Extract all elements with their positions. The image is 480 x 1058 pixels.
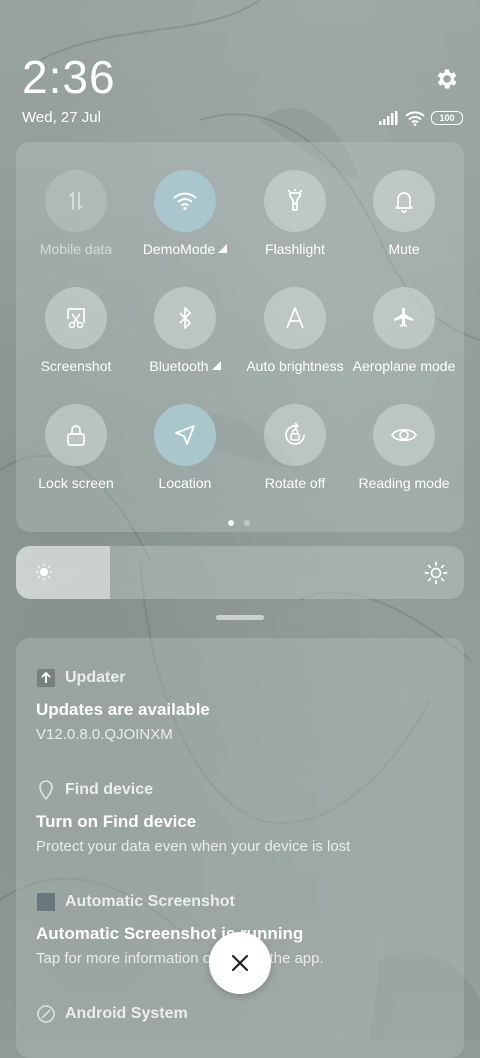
location-icon (154, 404, 216, 466)
rotate-lock-icon (264, 404, 326, 466)
tile-label: Reading mode (358, 475, 450, 491)
notification-title: Turn on Find device (36, 812, 197, 831)
tile-label: Screenshot (40, 358, 112, 374)
lock-icon (45, 404, 107, 466)
expand-triangle-icon (211, 361, 221, 370)
tile-lock-screen[interactable]: Lock screen (21, 404, 131, 491)
tile-label: DemoMode (142, 241, 216, 257)
notification-text: Protect your data even when your device … (36, 838, 351, 855)
android-system-icon (36, 1004, 56, 1024)
tile-label: Auto brightness (246, 358, 344, 374)
brightness-fill (16, 546, 111, 599)
tile-wifi[interactable]: DemoMode (130, 170, 240, 257)
tile-rotate-off[interactable]: Rotate off (240, 404, 350, 491)
eye-icon (373, 404, 435, 466)
scissors-icon (45, 287, 107, 349)
wifi-status-icon (405, 110, 425, 126)
quick-settings-panel: Mobile data DemoMode Flashlight Mute Scr… (16, 142, 464, 532)
drag-handle[interactable] (216, 615, 264, 620)
tile-label: Bluetooth (149, 358, 209, 374)
flashlight-icon (264, 170, 326, 232)
signal-icon (379, 111, 398, 125)
tile-reading-mode[interactable]: Reading mode (349, 404, 459, 491)
notification-app-name: Find device (65, 781, 154, 798)
tile-flashlight[interactable]: Flashlight (240, 170, 350, 257)
page-indicator[interactable] (228, 520, 250, 526)
wifi-icon (154, 170, 216, 232)
notification-app-name: Android System (65, 1005, 188, 1022)
bluetooth-icon (154, 287, 216, 349)
tile-label: Aeroplane mode (352, 358, 456, 374)
expand-triangle-icon (218, 244, 228, 253)
tile-location[interactable]: Location (130, 404, 240, 491)
updater-icon (36, 668, 56, 688)
bell-icon (373, 170, 435, 232)
battery-indicator: 100 (431, 111, 463, 125)
notification-text: V12.0.8.0.QJOINXM (36, 726, 173, 743)
app-square-icon (36, 892, 56, 912)
location-pin-icon (36, 780, 56, 800)
tile-label: Mute (388, 241, 420, 257)
tile-bluetooth[interactable]: Bluetooth (130, 287, 240, 374)
tile-label: Mobile data (39, 241, 113, 257)
page-dot (244, 520, 250, 526)
notification-android-system[interactable]: Android System (36, 1004, 456, 1024)
tile-label: Flashlight (265, 241, 325, 257)
tile-label: Rotate off (264, 475, 326, 491)
auto-brightness-icon (264, 287, 326, 349)
notification-updater[interactable]: Updater Updates are available V12.0.8.0.… (36, 668, 456, 743)
brightness-slider[interactable] (16, 546, 464, 599)
brightness-high-icon (424, 561, 448, 590)
clock[interactable]: 2:36 (22, 50, 116, 104)
airplane-icon (373, 287, 435, 349)
status-icons: 100 (379, 110, 463, 126)
close-icon (231, 954, 249, 972)
tile-auto-brightness[interactable]: Auto brightness (240, 287, 350, 374)
mobile-data-icon (45, 170, 107, 232)
tile-mute[interactable]: Mute (349, 170, 459, 257)
brightness-low-icon (34, 562, 54, 587)
notification-title: Updates are available (36, 700, 210, 719)
tile-screenshot[interactable]: Screenshot (21, 287, 131, 374)
settings-gear-icon[interactable] (433, 66, 459, 92)
notification-app-name: Automatic Screenshot (65, 893, 235, 910)
close-button[interactable] (209, 932, 271, 994)
page-dot-active (228, 520, 234, 526)
date[interactable]: Wed, 27 Jul (22, 109, 101, 126)
tile-mobile-data[interactable]: Mobile data (21, 170, 131, 257)
tile-aeroplane-mode[interactable]: Aeroplane mode (349, 287, 459, 374)
notification-panel: Updater Updates are available V12.0.8.0.… (16, 638, 464, 1058)
tile-label: Lock screen (38, 475, 114, 491)
notification-find-device[interactable]: Find device Turn on Find device Protect … (36, 780, 456, 855)
notification-app-name: Updater (65, 669, 126, 686)
tile-label: Location (158, 475, 212, 491)
